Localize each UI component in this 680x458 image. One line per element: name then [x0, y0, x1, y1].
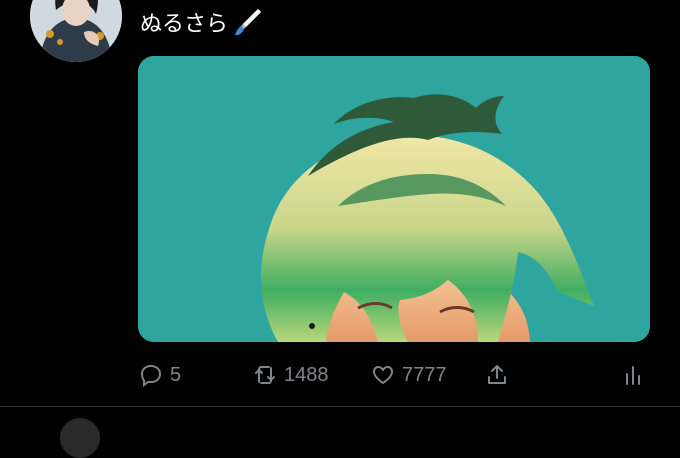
reply-icon	[140, 364, 162, 387]
tweet-text: ぬるさら	[140, 6, 264, 38]
reply-button[interactable]: 5	[138, 358, 181, 392]
artwork-illustration	[138, 56, 650, 342]
share-button[interactable]	[484, 358, 510, 392]
retweet-icon	[255, 366, 275, 384]
retweet-button[interactable]: 1488	[252, 358, 329, 392]
paintbrush-icon	[232, 6, 264, 38]
retweet-count: 1488	[284, 363, 329, 386]
like-count: 7777	[402, 363, 447, 386]
avatar-image	[30, 0, 122, 62]
tweet-author-text: ぬるさら	[140, 12, 229, 37]
reply-count: 5	[170, 363, 182, 386]
share-icon	[488, 365, 506, 384]
tweet-media-image[interactable]	[138, 56, 650, 342]
analytics-button[interactable]	[620, 358, 646, 392]
analytics-icon	[626, 366, 640, 385]
avatar[interactable]	[30, 0, 122, 62]
like-button[interactable]: 7777	[370, 358, 447, 392]
heart-icon	[373, 366, 393, 384]
next-tweet-avatar[interactable]	[60, 418, 100, 458]
tweet-action-bar: 5 1488 7777	[138, 358, 658, 392]
tweet-divider	[0, 406, 680, 407]
